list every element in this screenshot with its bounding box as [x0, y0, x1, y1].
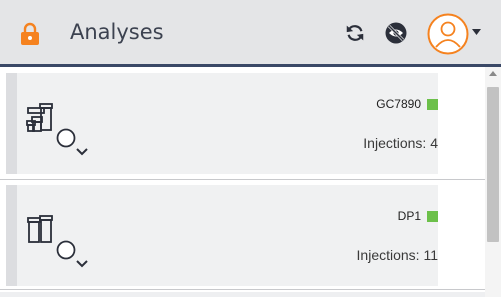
- chevron-down-icon[interactable]: [75, 147, 89, 157]
- status-indicator: [427, 98, 438, 110]
- eye-off-icon[interactable]: [384, 21, 408, 45]
- card-divider: [0, 289, 485, 290]
- instrument-row: GC7890: [376, 97, 438, 111]
- instrument-name: GC7890: [376, 97, 421, 111]
- chevron-down-icon[interactable]: [75, 259, 89, 269]
- instrument-row: DP1: [398, 209, 438, 223]
- scroll-up-arrow-icon[interactable]: [489, 71, 497, 76]
- injections-count: Injections: 4: [363, 135, 438, 151]
- instrument-icon: [27, 215, 76, 260]
- lock-icon: [21, 22, 39, 45]
- user-avatar-icon[interactable]: [427, 13, 469, 55]
- analyses-list: GC7890 Injections: 4 DP1 Injections: 11: [0, 67, 485, 297]
- card-stripe: [6, 185, 17, 286]
- instrument-icon: [26, 103, 76, 148]
- card-divider: [0, 179, 485, 180]
- app-header: Analyses: [0, 0, 501, 64]
- card-stripe: [6, 73, 17, 174]
- analysis-card[interactable]: DP1 Injections: 11: [6, 185, 438, 286]
- refresh-icon[interactable]: [344, 22, 366, 44]
- caret-down-icon[interactable]: [472, 28, 481, 36]
- page-title: Analyses: [70, 20, 164, 44]
- analysis-card[interactable]: GC7890 Injections: 4: [6, 73, 438, 174]
- scrollbar-thumb[interactable]: [487, 87, 499, 242]
- instrument-name: DP1: [397, 209, 421, 223]
- next-card-edge: [0, 292, 485, 297]
- scrollbar[interactable]: [485, 67, 501, 297]
- injections-count: Injections: 11: [356, 247, 438, 263]
- status-indicator: [427, 210, 438, 222]
